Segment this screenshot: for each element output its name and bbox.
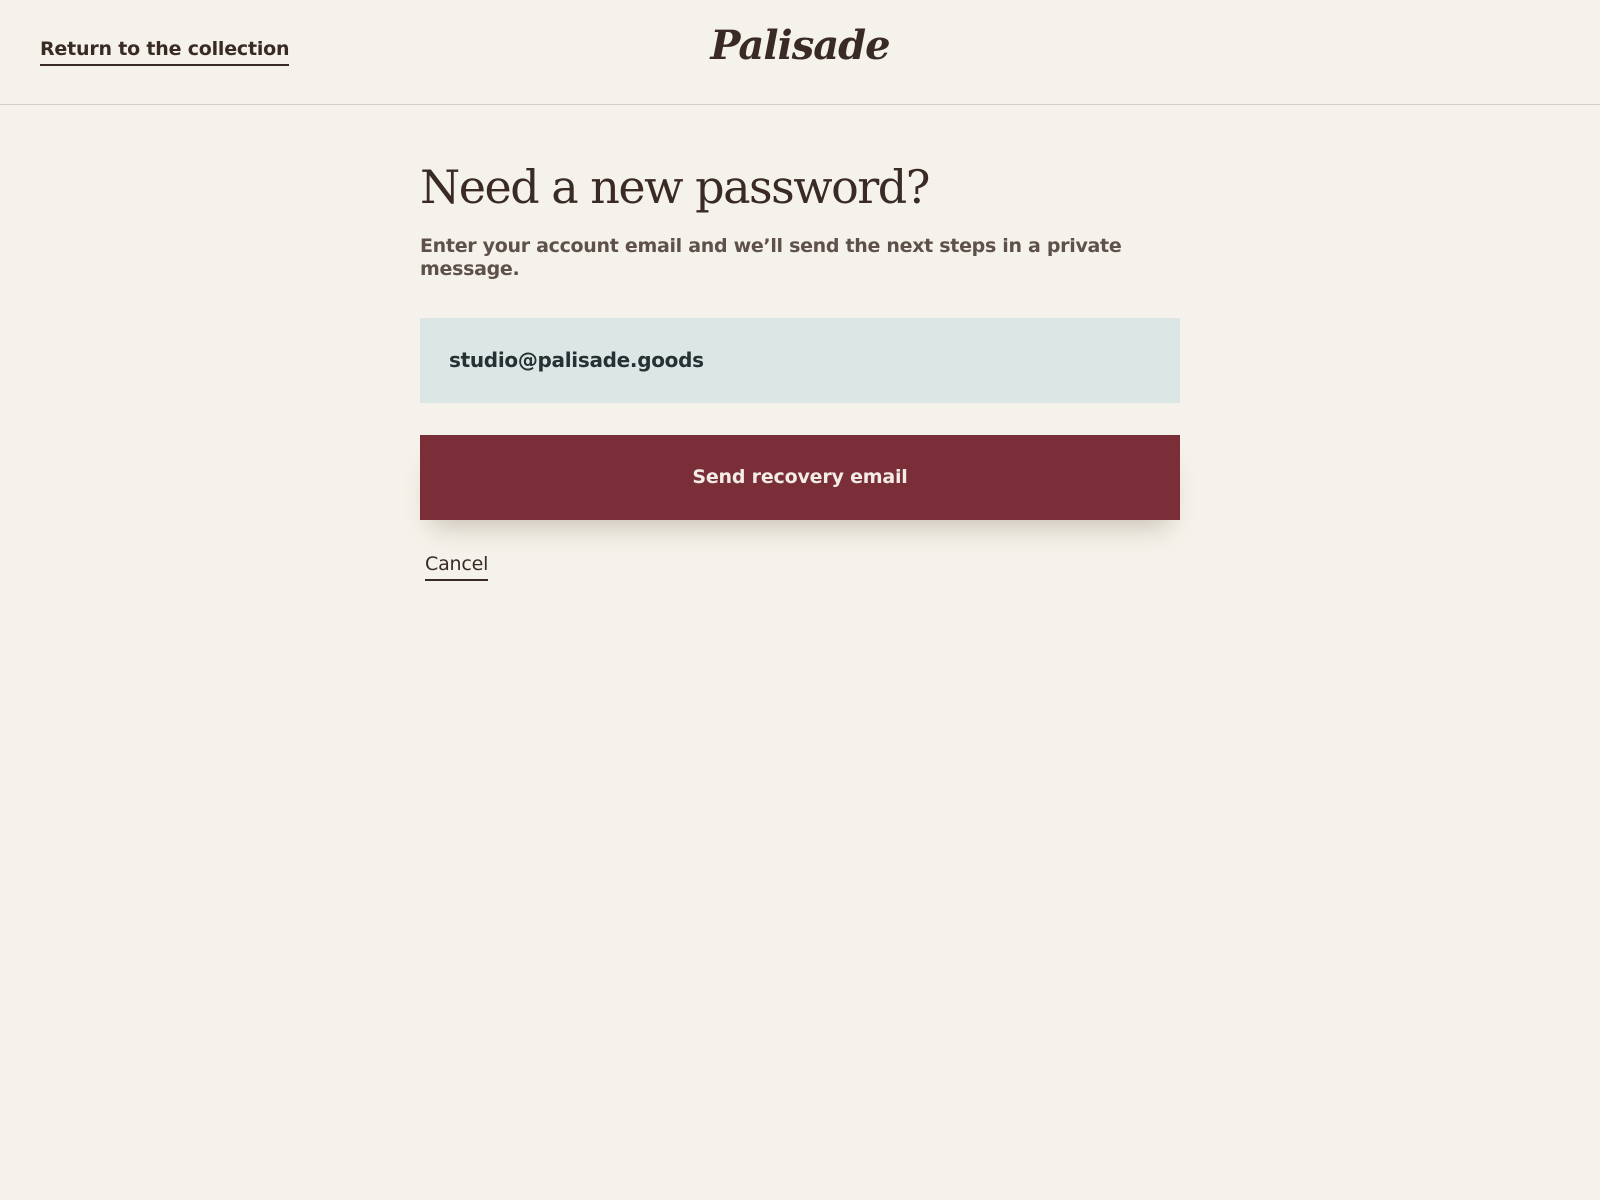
page-title: Need a new password? <box>420 160 930 214</box>
top-bar: Return to the collection Palisade <box>0 0 1600 105</box>
cancel-link[interactable]: Cancel <box>425 553 488 581</box>
password-reset-form: Need a new password? Enter your account … <box>420 160 1180 581</box>
send-recovery-email-button[interactable]: Send recovery email <box>420 434 1180 520</box>
page-subtitle: Enter your account email and we’ll send … <box>420 235 1122 280</box>
email-input[interactable] <box>420 317 1180 403</box>
brand-logo[interactable]: Palisade <box>0 22 1600 70</box>
